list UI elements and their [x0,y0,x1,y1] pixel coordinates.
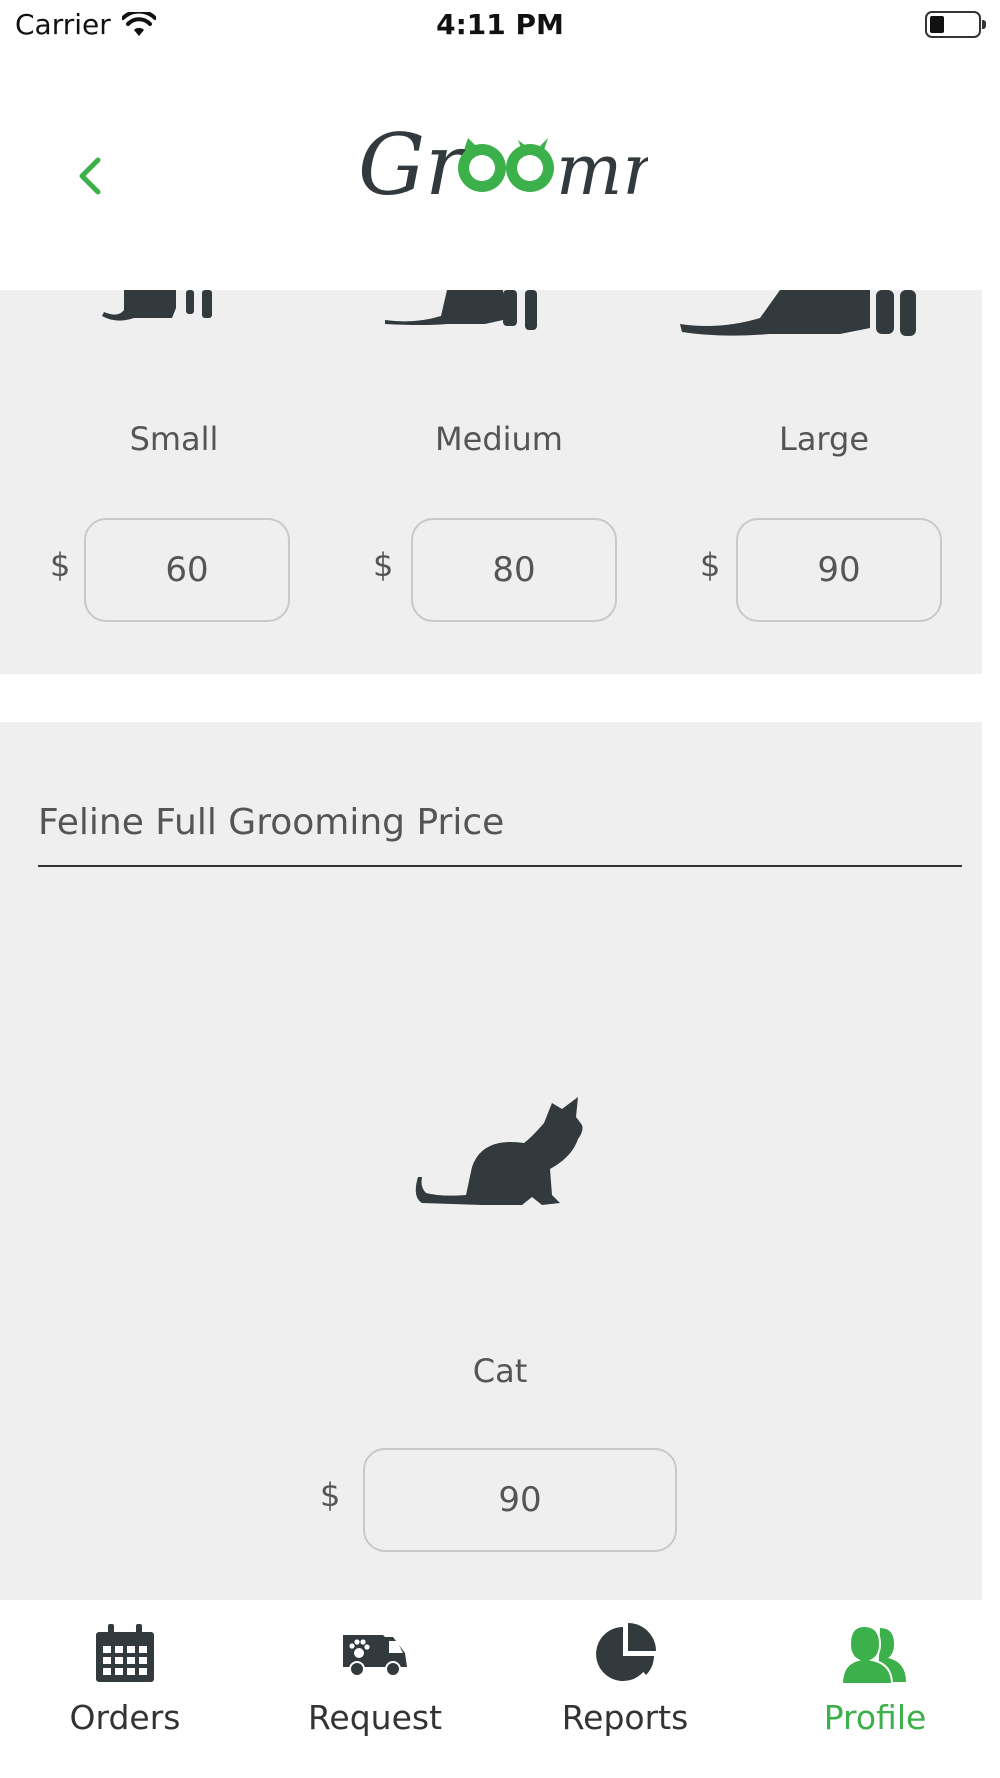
section-divider [38,865,962,867]
currency-symbol: $ [320,1476,341,1514]
tab-request[interactable]: Request [250,1600,500,1778]
svg-text:Gr: Gr [358,116,470,214]
scroll-content[interactable]: Small $ 60 Medium $ 80 Large $ 90 Feline… [0,290,1000,1600]
tab-label: Reports [561,1698,689,1737]
svg-text:mrs: mrs [556,129,648,211]
tab-label: Profile [823,1698,927,1737]
van-icon [250,1622,500,1686]
price-input-large[interactable]: 90 [736,518,942,622]
tab-profile[interactable]: Profile [750,1600,1000,1778]
cat-silhouette-icon [415,1097,583,1205]
price-value-large: 90 [817,550,861,590]
pie-chart-icon [500,1622,750,1686]
battery-icon [925,11,986,38]
price-value-small: 60 [165,550,209,590]
currency-symbol: $ [373,546,394,584]
size-label-small: Small [129,420,219,458]
currency-symbol: $ [50,546,71,584]
large-dog-icon [680,290,916,336]
app-header: Gr mrs [0,54,1000,290]
price-value-cat: 90 [498,1480,542,1520]
scroll-gutter [982,290,1000,1600]
feline-pricing-card: Feline Full Grooming Price Cat $ 90 [0,722,1000,1600]
price-input-small[interactable]: 60 [84,518,290,622]
clock: 4:11 PM [436,8,564,41]
size-column-medium: Medium $ 80 [349,290,649,674]
section-title: Feline Full Grooming Price [38,802,505,843]
groomrs-logo: Gr mrs [358,116,648,214]
price-input-cat[interactable]: 90 [363,1448,677,1552]
size-column-large: Large $ 90 [674,290,974,674]
medium-dog-icon [385,290,537,330]
size-label-medium: Medium [435,420,563,458]
tab-orders[interactable]: Orders [0,1600,250,1778]
tab-label: Orders [69,1698,181,1737]
size-pricing-card: Small $ 60 Medium $ 80 Large $ 90 [0,290,1000,674]
back-button[interactable] [62,146,122,206]
chevron-left-icon [79,157,101,195]
users-icon [750,1622,1000,1686]
status-bar: Carrier 4:11 PM [0,0,1000,54]
small-dog-icon [102,290,212,321]
size-label-large: Large [778,420,870,458]
bottom-tab-bar: Orders Request Reports Profile [0,1600,1000,1778]
price-input-medium[interactable]: 80 [411,518,617,622]
size-column-small: Small $ 60 [24,290,324,674]
calendar-icon [0,1622,250,1686]
tab-label: Request [307,1698,443,1737]
price-value-medium: 80 [492,550,536,590]
tab-reports[interactable]: Reports [500,1600,750,1778]
currency-symbol: $ [700,546,721,584]
cat-label: Cat [472,1352,528,1390]
